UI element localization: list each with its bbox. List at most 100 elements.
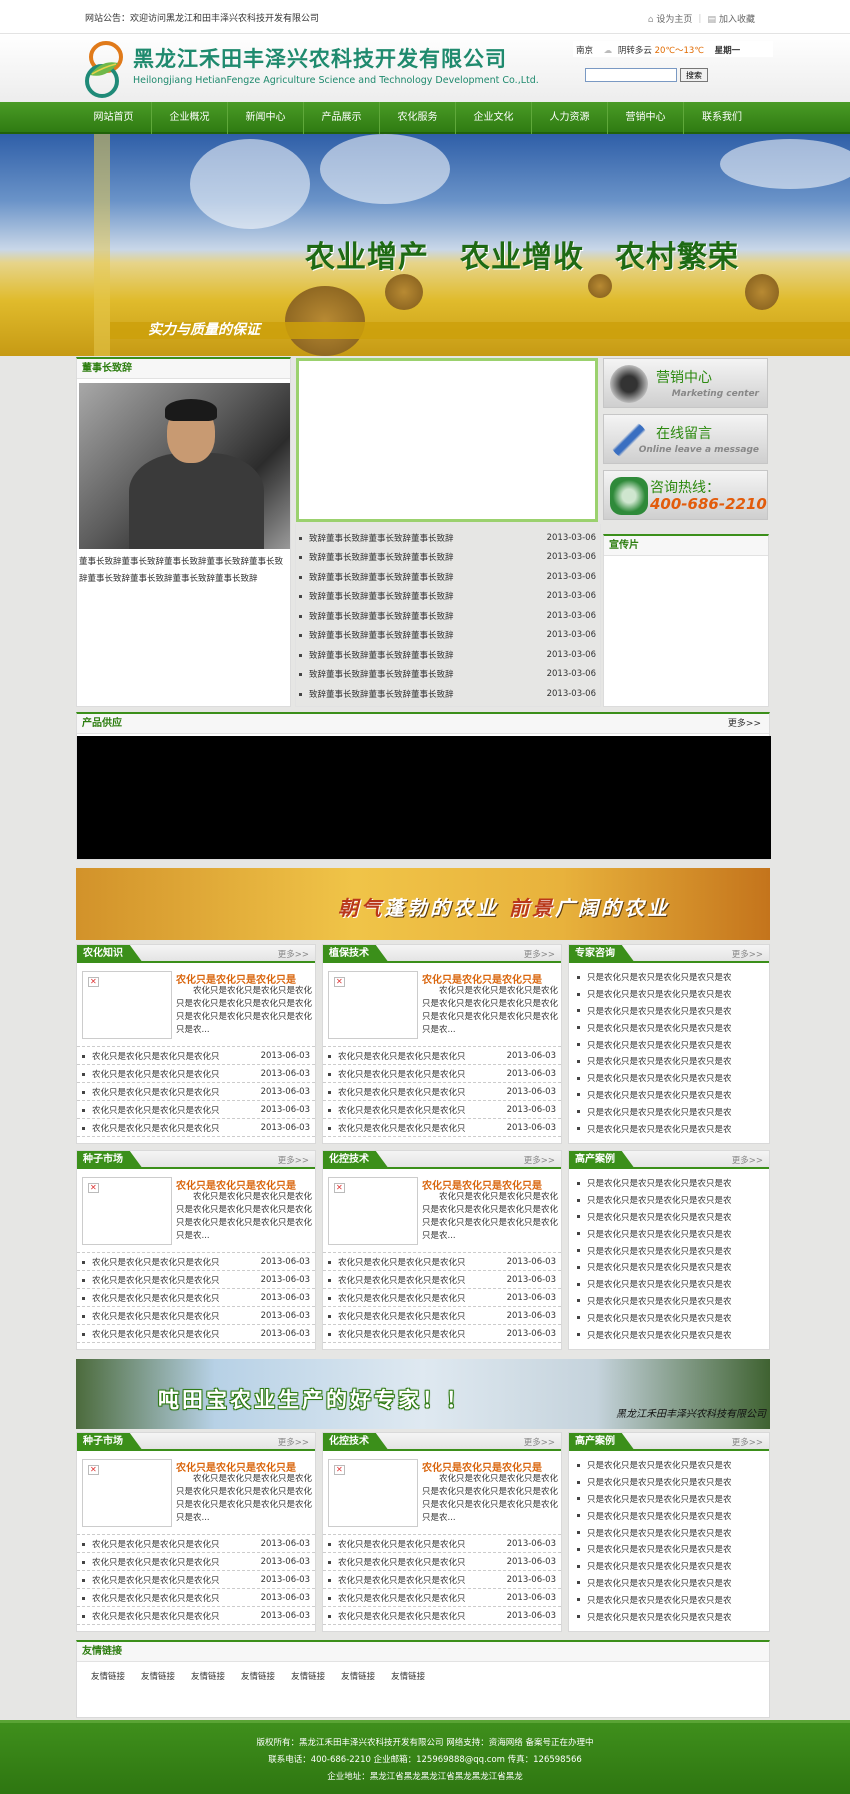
bookmark-link[interactable]: ▤ 加入收藏 — [707, 12, 755, 25]
search-input[interactable] — [585, 68, 677, 82]
article-item[interactable]: 农化只是农化只是农化只是农化只 2013-06-03 — [323, 1065, 561, 1083]
chairman-photo[interactable] — [79, 383, 290, 549]
article-item[interactable]: 农化只是农化只是农化只是农化只 2013-06-03 — [323, 1083, 561, 1101]
featured-title[interactable]: 农化只是农化只是农化只是 — [176, 971, 296, 986]
more-link[interactable]: 更多>> — [732, 1154, 763, 1166]
online-message-button[interactable]: 在线留言 Online leave a message — [603, 414, 768, 464]
list-item[interactable]: 只是农化只是农只是农化只是农只是农 — [577, 1575, 761, 1592]
list-item[interactable]: 只是农化只是农只是农化只是农只是农 — [577, 1608, 761, 1625]
list-item[interactable]: 只是农化只是农只是农化只是农只是农 — [577, 1507, 761, 1524]
list-item[interactable]: 只是农化只是农只是农化只是农只是农 — [577, 1103, 761, 1120]
article-item[interactable]: 农化只是农化只是农化只是农化只 2013-06-03 — [323, 1535, 561, 1553]
article-item[interactable]: 农化只是农化只是农化只是农化只 2013-06-03 — [77, 1571, 315, 1589]
article-item[interactable]: 农化只是农化只是农化只是农化只 2013-06-03 — [77, 1607, 315, 1625]
article-item[interactable]: 农化只是农化只是农化只是农化只 2013-06-03 — [77, 1047, 315, 1065]
list-item[interactable]: 只是农化只是农只是农化只是农只是农 — [577, 1003, 761, 1020]
list-item[interactable]: 只是农化只是农只是农化只是农只是农 — [577, 1175, 761, 1192]
article-thumbnail[interactable]: ✕ — [82, 1177, 172, 1245]
nav-products[interactable]: 产品展示 — [304, 102, 380, 134]
friend-link[interactable]: 友情链接 — [341, 1670, 375, 1682]
list-item[interactable]: 只是农化只是农只是农化只是农只是农 — [577, 1087, 761, 1104]
list-item[interactable]: 只是农化只是农只是农化只是农只是农 — [577, 1457, 761, 1474]
section-title[interactable]: 高产案例 — [569, 1433, 635, 1451]
section-title[interactable]: 种子市场 — [77, 1151, 143, 1169]
section-title[interactable]: 专家咨询 — [569, 945, 635, 963]
section-title[interactable]: 化控技术 — [323, 1151, 389, 1169]
section-title[interactable]: 植保技术 — [323, 945, 389, 963]
nav-culture[interactable]: 企业文化 — [456, 102, 532, 134]
article-item[interactable]: 农化只是农化只是农化只是农化只 2013-06-03 — [77, 1119, 315, 1137]
featured-article[interactable]: ✕ 农化只是农化只是农化只是 农化只是农化只是农化只是农化只是农化只是农化只是农化只… — [323, 1451, 561, 1535]
featured-title[interactable]: 农化只是农化只是农化只是 — [176, 1177, 296, 1192]
more-link[interactable]: 更多>> — [278, 1154, 309, 1166]
article-thumbnail[interactable]: ✕ — [328, 971, 418, 1039]
section-title[interactable]: 农化知识 — [77, 945, 143, 963]
featured-title[interactable]: 农化只是农化只是农化只是 — [422, 1177, 542, 1192]
friend-link[interactable]: 友情链接 — [291, 1670, 325, 1682]
more-link[interactable]: 更多>> — [732, 948, 763, 960]
company-logo-icon[interactable] — [82, 39, 126, 99]
article-item[interactable]: 农化只是农化只是农化只是农化只 2013-06-03 — [323, 1271, 561, 1289]
list-item[interactable]: 只是农化只是农只是农化只是农只是农 — [577, 1474, 761, 1491]
more-link[interactable]: 更多>> — [524, 1436, 555, 1448]
article-item[interactable]: 农化只是农化只是农化只是农化只 2013-06-03 — [323, 1571, 561, 1589]
section-title[interactable]: 高产案例 — [569, 1151, 635, 1169]
article-thumbnail[interactable]: ✕ — [328, 1177, 418, 1245]
article-item[interactable]: 农化只是农化只是农化只是农化只 2013-06-03 — [323, 1101, 561, 1119]
list-item[interactable]: 只是农化只是农只是农化只是农只是农 — [577, 1242, 761, 1259]
list-item[interactable]: 只是农化只是农只是农化只是农只是农 — [577, 1309, 761, 1326]
friend-link[interactable]: 友情链接 — [141, 1670, 175, 1682]
supply-more-link[interactable]: 更多>> — [728, 714, 761, 734]
more-link[interactable]: 更多>> — [732, 1436, 763, 1448]
list-item[interactable]: 只是农化只是农只是农化只是农只是农 — [577, 1120, 761, 1137]
list-item[interactable]: 只是农化只是农只是农化只是农只是农 — [577, 1192, 761, 1209]
article-item[interactable]: 农化只是农化只是农化只是农化只 2013-06-03 — [77, 1325, 315, 1343]
list-item[interactable]: 只是农化只是农只是农化只是农只是农 — [577, 1070, 761, 1087]
nav-hr[interactable]: 人力资源 — [532, 102, 608, 134]
friend-link[interactable]: 友情链接 — [391, 1670, 425, 1682]
search-button[interactable]: 搜索 — [680, 68, 708, 82]
article-item[interactable]: 农化只是农化只是农化只是农化只 2013-06-03 — [77, 1589, 315, 1607]
featured-title[interactable]: 农化只是农化只是农化只是 — [176, 1459, 296, 1474]
article-item[interactable]: 农化只是农化只是农化只是农化只 2013-06-03 — [323, 1607, 561, 1625]
list-item[interactable]: 只是农化只是农只是农化只是农只是农 — [577, 1259, 761, 1276]
set-homepage-link[interactable]: ⌂ 设为主页 — [648, 12, 693, 25]
news-item[interactable]: 致辞董事长致辞董事长致辞董事长致辞 2013-03-06 — [299, 567, 596, 587]
nav-contact[interactable]: 联系我们 — [684, 102, 760, 134]
featured-article[interactable]: ✕ 农化只是农化只是农化只是 农化只是农化只是农化只是农化只是农化只是农化只是农化只… — [323, 1169, 561, 1253]
article-thumbnail[interactable]: ✕ — [82, 971, 172, 1039]
article-item[interactable]: 农化只是农化只是农化只是农化只 2013-06-03 — [323, 1289, 561, 1307]
list-item[interactable]: 只是农化只是农只是农化只是农只是农 — [577, 969, 761, 986]
nav-marketing[interactable]: 营销中心 — [608, 102, 684, 134]
news-item[interactable]: 致辞董事长致辞董事长致辞董事长致辞 2013-03-06 — [299, 528, 596, 548]
article-item[interactable]: 农化只是农化只是农化只是农化只 2013-06-03 — [77, 1253, 315, 1271]
news-item[interactable]: 致辞董事长致辞董事长致辞董事长致辞 2013-03-06 — [299, 626, 596, 646]
list-item[interactable]: 只是农化只是农只是农化只是农只是农 — [577, 986, 761, 1003]
article-item[interactable]: 农化只是农化只是农化只是农化只 2013-06-03 — [323, 1553, 561, 1571]
article-item[interactable]: 农化只是农化只是农化只是农化只 2013-06-03 — [77, 1535, 315, 1553]
list-item[interactable]: 只是农化只是农只是农化只是农只是农 — [577, 1558, 761, 1575]
section-title[interactable]: 化控技术 — [323, 1433, 389, 1451]
article-item[interactable]: 农化只是农化只是农化只是农化只 2013-06-03 — [323, 1307, 561, 1325]
more-link[interactable]: 更多>> — [524, 1154, 555, 1166]
news-item[interactable]: 致辞董事长致辞董事长致辞董事长致辞 2013-03-06 — [299, 684, 596, 704]
nav-news[interactable]: 新闻中心 — [228, 102, 304, 134]
article-item[interactable]: 农化只是农化只是农化只是农化只 2013-06-03 — [323, 1119, 561, 1137]
article-item[interactable]: 农化只是农化只是农化只是农化只 2013-06-03 — [323, 1589, 561, 1607]
article-item[interactable]: 农化只是农化只是农化只是农化只 2013-06-03 — [323, 1253, 561, 1271]
article-item[interactable]: 农化只是农化只是农化只是农化只 2013-06-03 — [323, 1047, 561, 1065]
section-title[interactable]: 种子市场 — [77, 1433, 143, 1451]
friend-link[interactable]: 友情链接 — [91, 1670, 125, 1682]
news-item[interactable]: 致辞董事长致辞董事长致辞董事长致辞 2013-03-06 — [299, 548, 596, 568]
featured-article[interactable]: ✕ 农化只是农化只是农化只是 农化只是农化只是农化只是农化只是农化只是农化只是农化只… — [77, 1169, 315, 1253]
list-item[interactable]: 只是农化只是农只是农化只是农只是农 — [577, 1053, 761, 1070]
nav-service[interactable]: 农化服务 — [380, 102, 456, 134]
more-link[interactable]: 更多>> — [524, 948, 555, 960]
nav-about[interactable]: 企业概况 — [152, 102, 228, 134]
featured-title[interactable]: 农化只是农化只是农化只是 — [422, 1459, 542, 1474]
article-item[interactable]: 农化只是农化只是农化只是农化只 2013-06-03 — [77, 1271, 315, 1289]
article-item[interactable]: 农化只是农化只是农化只是农化只 2013-06-03 — [77, 1307, 315, 1325]
news-item[interactable]: 致辞董事长致辞董事长致辞董事长致辞 2013-03-06 — [299, 606, 596, 626]
marketing-center-button[interactable]: 营销中心 Marketing center — [603, 358, 768, 408]
friend-link[interactable]: 友情链接 — [191, 1670, 225, 1682]
